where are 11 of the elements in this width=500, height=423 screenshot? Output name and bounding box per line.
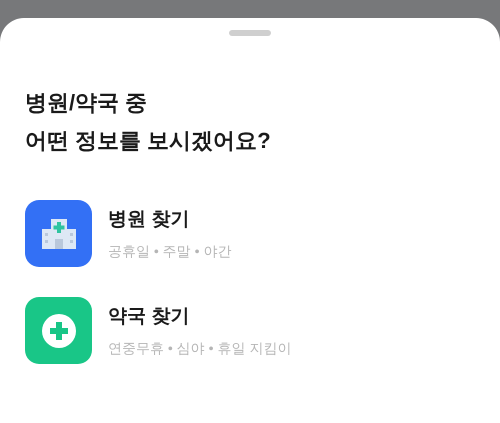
drag-handle[interactable] [229,30,271,36]
option-item[interactable]: 약국 찾기 연중무휴 • 심야 • 휴일 지킴이 [25,297,475,364]
option-title: 병원 찾기 [108,208,190,232]
sheet-title: 병원/약국 중 [25,89,148,117]
option-title: 약국 찾기 [108,304,190,328]
option-subtitle: 연중무휴 • 심야 • 휴일 지킴이 [108,338,292,356]
option-item[interactable]: 병원 찾기 공휴일 • 주말 • 야간 [25,200,475,267]
hospital-icon [25,200,92,267]
cross-icon [25,297,92,364]
option-subtitle: 공휴일 • 주말 • 야간 [108,242,232,260]
sheet-title: 어떤 정보를 보시겠어요? [25,127,272,155]
